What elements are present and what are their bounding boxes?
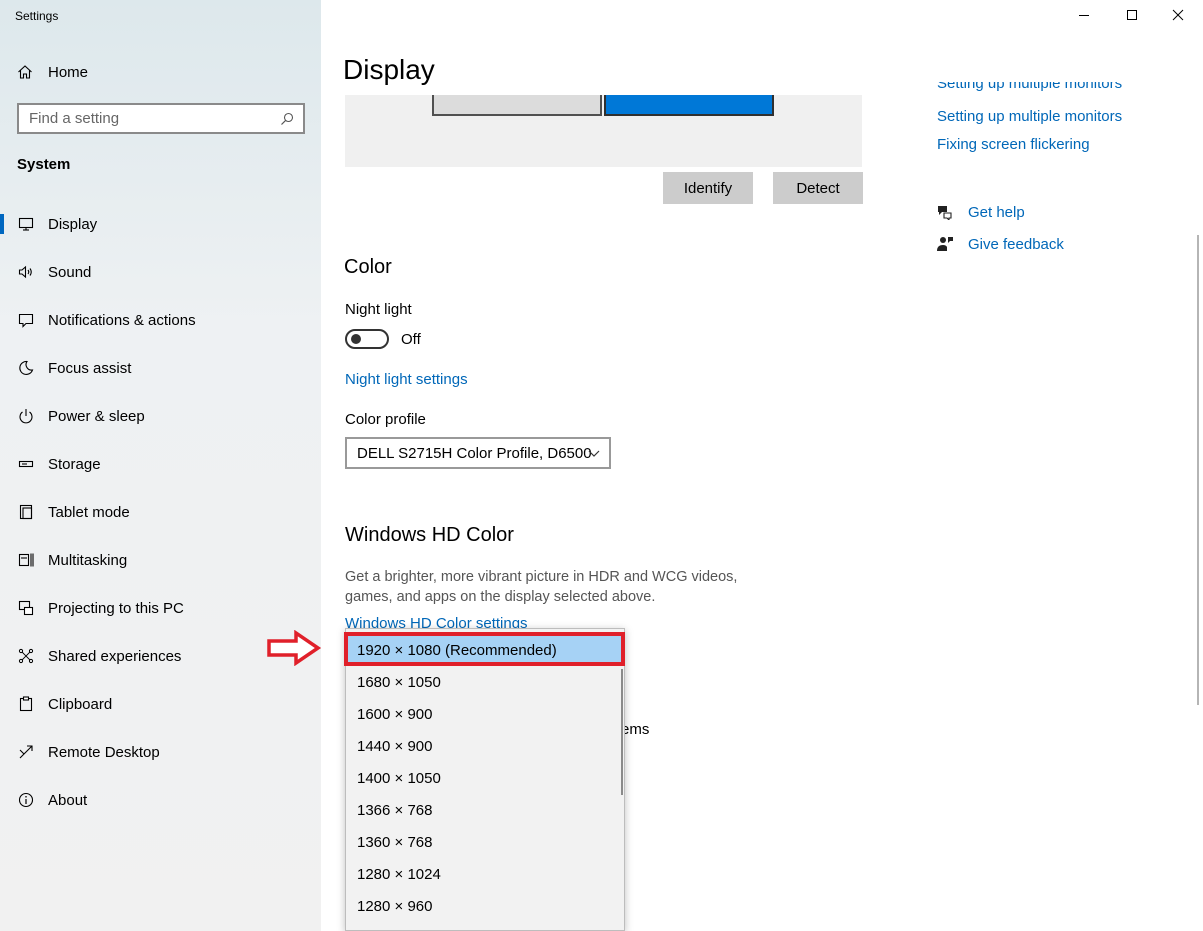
arrow-right-icon [266,629,322,671]
minimize-button[interactable] [1061,0,1107,30]
home-nav-item[interactable]: Home [16,61,88,83]
sidebar-item-label: Display [48,215,98,233]
search-icon[interactable] [275,112,299,126]
sidebar-item-label: Power & sleep [48,407,145,425]
resolution-option[interactable]: 1360 × 768 [346,826,622,858]
sidebar-item-storage[interactable]: Storage [0,444,321,484]
resolution-option[interactable]: 1400 × 1050 [346,762,622,794]
color-profile-label: Color profile [345,411,426,428]
identify-button[interactable]: Identify [663,172,753,204]
resolution-option[interactable]: 1440 × 900 [346,730,622,762]
highlight-annotation-box [344,632,625,666]
resolution-option[interactable]: 1680 × 1050 [346,666,622,698]
detect-button[interactable]: Detect [773,172,863,204]
sidebar-item-remote-desktop[interactable]: Remote Desktop [0,732,321,772]
monitor-2-selected[interactable] [604,95,774,116]
home-label: Home [48,63,89,81]
help-chat-icon [936,203,954,221]
sidebar-item-notifications[interactable]: Notifications & actions [0,300,321,340]
shared-icon [17,647,35,665]
resolution-option[interactable]: 1280 × 1024 [346,858,622,890]
sidebar-item-label: Projecting to this PC [48,599,184,617]
sidebar-item-label: Multitasking [48,551,128,569]
section-label: System [17,156,71,173]
partial-text: ems [621,721,650,738]
sidebar-item-label: Notifications & actions [48,311,196,329]
sidebar-item-power-sleep[interactable]: Power & sleep [0,396,321,436]
resolution-option[interactable]: 1366 × 768 [346,794,622,826]
resolution-option[interactable]: 1280 × 960 [346,890,622,922]
sidebar-item-label: Storage [48,455,101,473]
sidebar-item-projecting[interactable]: Projecting to this PC [0,588,321,628]
search-input[interactable]: Find a setting [17,103,305,134]
sidebar-item-label: Remote Desktop [48,743,160,761]
sidebar-item-tablet-mode[interactable]: Tablet mode [0,492,321,532]
page-scrollbar[interactable] [1197,235,1199,705]
monitor-1[interactable] [432,95,602,116]
chevron-down-icon [587,446,601,464]
color-heading: Color [344,256,392,278]
sidebar-item-about[interactable]: About [0,780,321,820]
clipboard-icon [17,695,35,713]
sidebar: Settings Home Find a setting System Disp… [0,0,321,931]
night-light-toggle[interactable] [345,329,389,349]
sidebar-item-focus-assist[interactable]: Focus assist [0,348,321,388]
hd-color-desc-2: games, and apps on the display selected … [345,589,656,605]
toggle-knob [351,334,361,344]
notification-icon [17,311,35,329]
night-light-settings-link[interactable]: Night light settings [345,371,468,388]
related-link-partial[interactable]: Setting up multiple monitors [937,82,1122,92]
monitor-arrangement [345,95,862,167]
hd-color-desc-1: Get a brighter, more vibrant picture in … [345,569,738,585]
screen-flickering-link[interactable]: Fixing screen flickering [937,136,1090,153]
sidebar-item-label: Focus assist [48,359,132,377]
get-help-link[interactable]: Get help [968,204,1025,221]
dropdown-scrollbar[interactable] [621,669,623,795]
sidebar-item-label: Shared experiences [48,647,182,665]
sidebar-item-sound[interactable]: Sound [0,252,321,292]
remote-desktop-icon [17,743,35,761]
projecting-icon [17,599,35,617]
app-title: Settings [15,9,59,23]
moon-icon [17,359,35,377]
sidebar-item-label: Tablet mode [48,503,130,521]
resolution-option[interactable]: 1600 × 900 [346,698,622,730]
home-icon [16,64,34,80]
multitasking-icon [17,551,35,569]
info-icon [17,791,35,809]
sidebar-item-label: Clipboard [48,695,113,713]
hd-color-heading: Windows HD Color [345,524,514,546]
color-profile-value: DELL S2715H Color Profile, D6500 [357,444,592,462]
sidebar-item-label: About [48,791,88,809]
maximize-button[interactable] [1109,0,1155,30]
tablet-icon [17,503,35,521]
sidebar-item-clipboard[interactable]: Clipboard [0,684,321,724]
get-help-row[interactable]: Get help [936,203,1025,221]
give-feedback-row[interactable]: Give feedback [936,235,1064,253]
speaker-icon [17,263,35,281]
give-feedback-link[interactable]: Give feedback [968,236,1064,253]
resolution-dropdown[interactable]: 1920 × 1080 (Recommended) 1680 × 1050 16… [345,628,625,931]
storage-icon [17,455,35,473]
power-icon [17,407,35,425]
monitor-icon [17,215,35,233]
search-placeholder: Find a setting [29,110,120,127]
sidebar-item-multitasking[interactable]: Multitasking [0,540,321,580]
color-profile-select[interactable]: DELL S2715H Color Profile, D6500 [345,437,611,469]
night-light-state: Off [401,331,421,348]
multiple-monitors-link[interactable]: Setting up multiple monitors [937,108,1122,125]
sidebar-item-label: Sound [48,263,92,281]
night-light-label: Night light [345,301,412,318]
close-button[interactable] [1155,0,1201,30]
sidebar-item-display[interactable]: Display [0,204,321,244]
page-title: Display [343,54,435,85]
feedback-icon [936,235,954,253]
